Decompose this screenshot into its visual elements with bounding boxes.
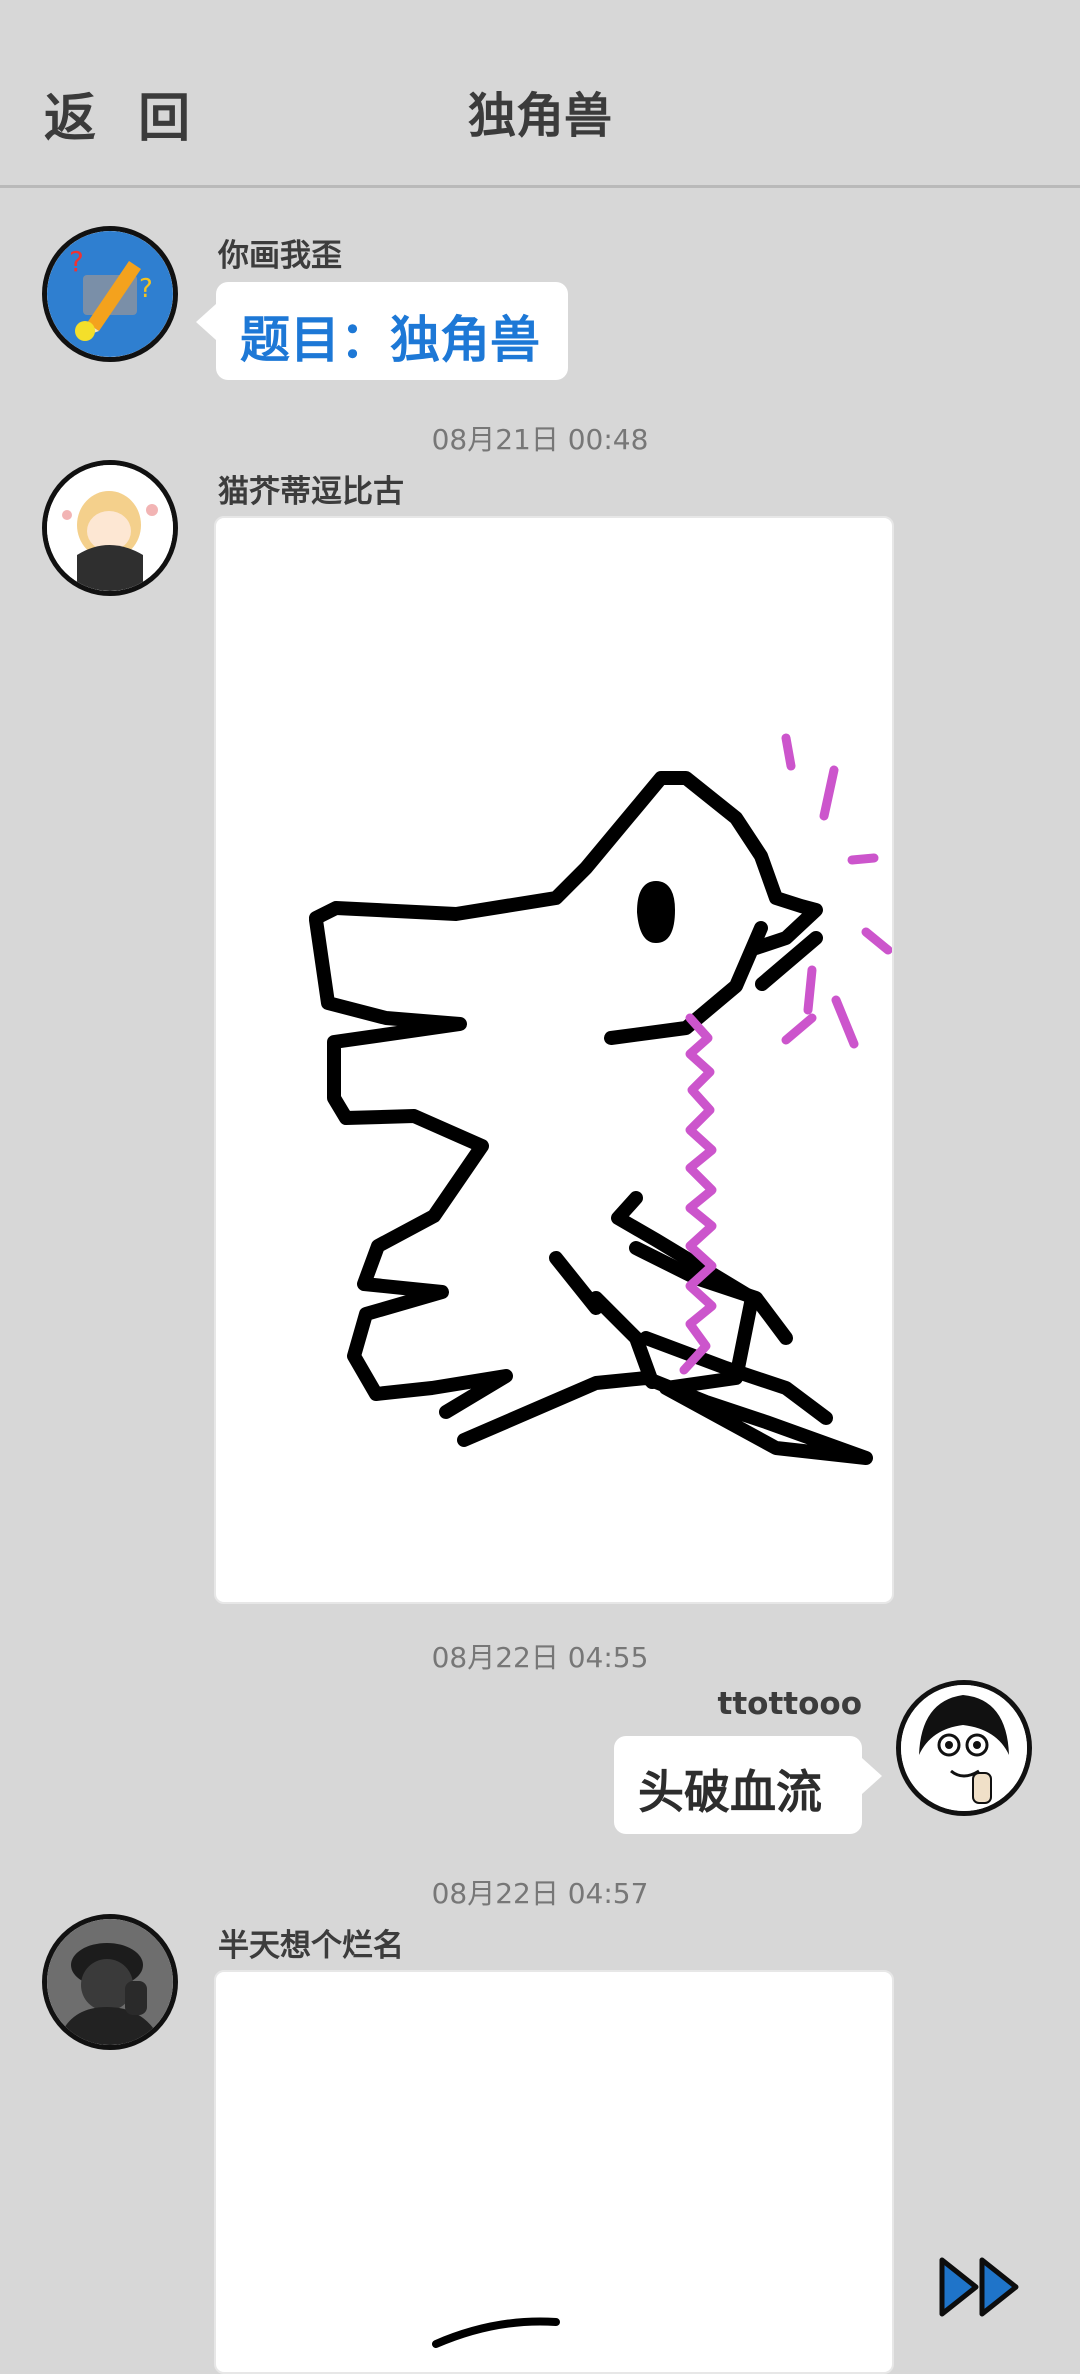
message-text: 头破血流: [638, 1765, 822, 1819]
svg-text:?: ?: [69, 245, 84, 278]
message-bubble[interactable]: 题目：独角兽: [196, 282, 568, 380]
avatar-user[interactable]: [42, 1914, 178, 2050]
timestamp: 08月22日 04:57: [431, 1877, 649, 1910]
photo-avatar-icon: [47, 1919, 173, 2045]
anime-avatar-icon: [47, 465, 173, 591]
message-text: 题目：独角兽: [240, 311, 540, 369]
drawing-image[interactable]: [214, 1970, 894, 2374]
drawing-image[interactable]: [214, 516, 894, 1604]
pencil-icon: ? ?: [47, 231, 173, 357]
sender-name: ttottooo: [717, 1686, 862, 1722]
page-title: 独角兽: [467, 88, 612, 144]
timestamp: 08月21日 00:48: [431, 423, 649, 456]
message-bubble[interactable]: 头破血流: [614, 1736, 882, 1834]
drawing-preview: [432, 2317, 560, 2348]
avatar-self[interactable]: [896, 1680, 1032, 1816]
sender-name: 猫芥蒂逗比古: [218, 474, 404, 510]
sender-name: 半天想个烂名: [218, 1928, 404, 1964]
avatar-user[interactable]: [42, 460, 178, 596]
timestamp: 08月22日 04:55: [431, 1641, 649, 1674]
manga-avatar-icon: [901, 1685, 1027, 1811]
fast-forward-button[interactable]: [936, 2252, 1028, 2322]
fast-forward-icon: [939, 2257, 1019, 2317]
avatar-app[interactable]: ? ?: [42, 226, 178, 362]
unicorn-drawing: [309, 733, 892, 1465]
svg-text:?: ?: [139, 274, 153, 304]
top-bar: 返 回 独角兽: [0, 0, 1080, 188]
sender-name: 你画我歪: [218, 238, 342, 274]
